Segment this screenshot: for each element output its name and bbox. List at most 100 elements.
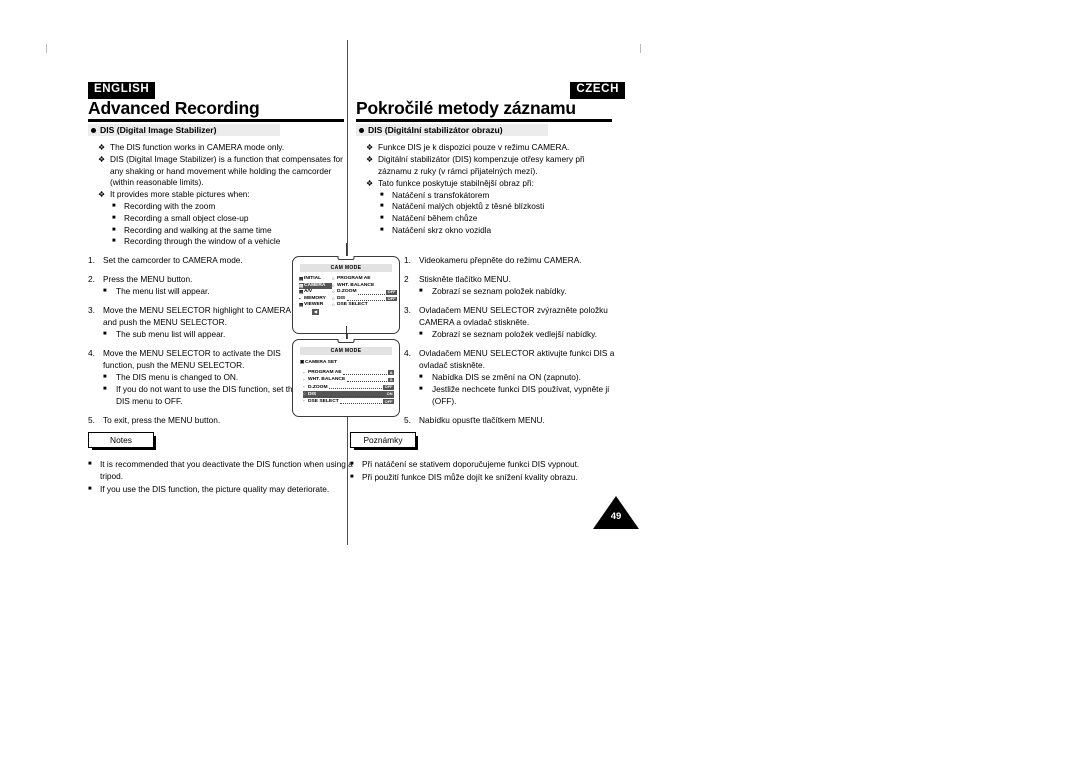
camera-set-item-dse-select[interactable]: ▫ DSE SELECT OFF [303, 398, 394, 405]
main-menu: ▤ INITIAL ▤ CAMERA ▤ A/V ▪ MEMORY ▤ VIEW… [299, 276, 397, 317]
step-item: 3. Move the MENU SELECTOR highlight to C… [88, 305, 306, 341]
square-bullet-icon: ■ [419, 373, 423, 380]
feature-subitem: ■ Recording with the zoom [112, 201, 350, 213]
step-text: Stiskněte tlačítko MENU. [419, 273, 511, 284]
step-subitem-text: Zobrazí se seznam položek nabídky. [432, 286, 567, 297]
step-subitem: ■ Jestliže nechcete funkci DIS používat,… [419, 384, 622, 408]
subheading-english-label: DIS (Digital Image Stabilizer) [100, 125, 217, 135]
step-text: Press the MENU button. [103, 273, 193, 284]
feature-text: Funkce DIS je k dispozici pouze v režimu… [378, 142, 570, 152]
subheading-english: DIS (Digital Image Stabilizer) [88, 124, 280, 136]
manual-page: ENGLISH CZECH Advanced Recording Pokroči… [0, 0, 1080, 763]
step-number: 2. [88, 273, 95, 284]
feature-subitem: ■ Recording a small object close-up [112, 213, 350, 225]
feature-item: ❖ Tato funkce poskytuje stabilnější obra… [366, 178, 618, 190]
step-item: 1. Videokameru přepněte do režimu CAMERA… [404, 255, 622, 267]
camera-set-item-label: PROGRAM AE [308, 370, 342, 376]
steps-czech: 1. Videokameru přepněte do režimu CAMERA… [404, 255, 622, 434]
square-bullet-icon: ■ [88, 485, 92, 492]
step-text: To exit, press the MENU button. [103, 414, 221, 425]
submenu-item-label: PROGRAM AE [337, 276, 371, 281]
notes-label-english: Notes [88, 432, 156, 450]
step-subitem: ■ If you do not want to use the DIS func… [103, 384, 306, 408]
step-text: Move the MENU SELECTOR to activate the D… [103, 347, 281, 370]
step-text: Nabídku opusťte tlačítkem MENU. [419, 414, 545, 425]
steps-english: 1. Set the camcorder to CAMERA mode. 2. … [88, 255, 306, 434]
note-item: ■ It is recommended that you deactivate … [88, 459, 358, 483]
menu-item-viewer[interactable]: ▤ VIEWER [299, 302, 332, 309]
step-text: Ovladačem MENU SELECTOR aktivujte funkci… [419, 347, 615, 370]
bullet-dot-icon [359, 127, 364, 133]
feature-subitem: ■ Natáčení s transfokátorem [380, 190, 618, 202]
square-bullet-icon: ■ [419, 288, 423, 295]
step-number: 3. [88, 304, 95, 315]
diamond-bullet-icon: ❖ [366, 178, 374, 188]
lcd-notch [337, 255, 355, 260]
title-rule-czech [356, 119, 612, 122]
step-number: 2 [404, 273, 409, 284]
lcd-connector-line [346, 243, 348, 257]
square-bullet-icon: ■ [350, 461, 354, 467]
title-rule-english [88, 119, 344, 122]
page-number-badge: 49 [593, 496, 639, 529]
menu-item-initial[interactable]: ▤ INITIAL [299, 276, 332, 283]
square-bullet-icon: ■ [103, 373, 107, 380]
feature-item: ❖ Digitální stabilizátor (DIS) kompenzuj… [366, 154, 618, 177]
step-item: 5. Nabídku opusťte tlačítkem MENU. [404, 415, 622, 427]
language-tag-czech: CZECH [570, 82, 625, 99]
square-bullet-icon: ■ [112, 226, 116, 233]
note-item: ■ Při použití funkce DIS může dojít ke s… [350, 472, 620, 484]
lcd-connector-line [346, 326, 348, 340]
square-bullet-icon: ■ [103, 330, 107, 337]
step-item: 5. To exit, press the MENU button. [88, 415, 306, 427]
main-menu-right-column: ○ PROGRAM AE ○ WHT. BALANCE ○ D.ZOOM OFF [332, 276, 397, 317]
feature-subitem: ■ Natáčení během chůze [380, 213, 618, 225]
feature-subitem: ■ Natáčení skrz okno vozidla [380, 225, 618, 237]
lcd-screen-camera-set: CAM MODE ▣ CAMERA SET ▫ PROGRAM AE A ▫ W… [292, 326, 400, 417]
submenu-item-dse-select[interactable]: ○ DSE SELECT [332, 302, 397, 309]
square-bullet-icon: ■ [380, 191, 384, 198]
feature-subitem: ■ Natáčení malých objektů z těsné blízko… [380, 201, 618, 213]
square-bullet-icon: ■ [103, 386, 107, 393]
step-subitem-text: Zobrazí se seznam položek vedlejší nabíd… [432, 328, 597, 339]
step-subitem: ■ Zobrazí se seznam položek vedlejší nab… [419, 329, 622, 341]
step-item: 2. Press the MENU button. ■ The menu lis… [88, 274, 306, 298]
camera-set-item-label: DIS [308, 391, 317, 397]
step-item: 2 Stiskněte tlačítko MENU. ■ Zobrazí se … [404, 274, 622, 298]
feature-subitem-text: Recording a small object close-up [124, 213, 249, 224]
step-number: 3. [404, 304, 411, 315]
square-bullet-icon: ■ [112, 215, 116, 222]
feature-subitem-text: Natáčení s transfokátorem [392, 189, 490, 200]
subheading-czech: DIS (Digitální stabilizátor obrazu) [356, 124, 548, 136]
step-subitem: ■ Zobrazí se seznam položek nabídky. [419, 286, 622, 298]
square-bullet-icon: ■ [380, 215, 384, 222]
square-bullet-icon: ■ [419, 330, 423, 337]
step-subitem-text: Jestliže nechcete funkci DIS používat, v… [432, 384, 610, 406]
menu-item-av[interactable]: ▤ A/V [299, 289, 332, 296]
square-bullet-icon: ■ [112, 238, 116, 245]
step-subitem: ■ Nabídka DIS se změní na ON (zapnuto). [419, 372, 622, 384]
step-number: 5. [404, 414, 411, 425]
camera-set-item-value: OFF [383, 398, 394, 404]
step-text: Videokameru přepněte do režimu CAMERA. [419, 255, 582, 265]
menu-item-label: VIEWER [304, 302, 324, 308]
page-title-czech: Pokročilé metody záznamu [356, 98, 576, 118]
leader-dots [343, 369, 387, 376]
diamond-bullet-icon: ❖ [98, 155, 106, 165]
menu-return-icon[interactable]: ◀ [312, 309, 320, 315]
feature-subitem-text: Natáčení malých objektů z těsné blízkost… [392, 201, 545, 212]
diamond-bullet-icon: ❖ [366, 143, 374, 152]
step-number: 4. [404, 347, 411, 358]
camera-set-item-value: OFF [383, 384, 394, 390]
submenu-item-program-ae[interactable]: ○ PROGRAM AE [332, 276, 397, 283]
step-item: 4. Move the MENU SELECTOR to activate th… [88, 348, 306, 408]
submenu-item-value: OFF [386, 289, 397, 295]
crop-mark-left [46, 44, 47, 53]
lcd-screen-main-menu: CAM MODE ▤ INITIAL ▤ CAMERA ▤ A/V ▪ MEMO… [292, 243, 400, 334]
feature-text: DIS (Digital Image Stabilizer) is a func… [110, 154, 343, 188]
step-item: 1. Set the camcorder to CAMERA mode. [88, 255, 306, 267]
step-subitem-text: If you do not want to use the DIS functi… [116, 384, 298, 406]
step-text: Ovladačem MENU SELECTOR zvýrazněte polož… [419, 304, 608, 327]
lcd-notch [337, 338, 355, 343]
page-number: 49 [610, 511, 622, 522]
